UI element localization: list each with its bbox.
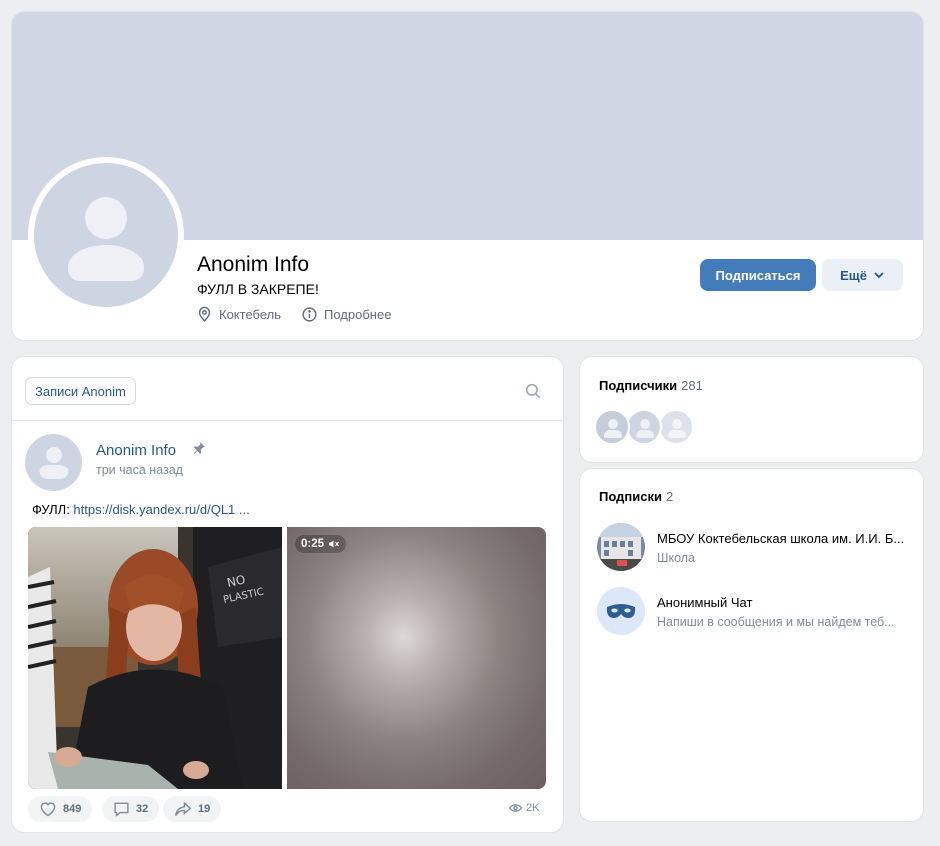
- follower-avatar[interactable]: [658, 409, 694, 445]
- group-avatar: [597, 523, 645, 571]
- chevron-down-icon: [874, 272, 884, 279]
- profile-avatar[interactable]: [28, 157, 184, 313]
- location-label: Коктебель: [219, 307, 281, 322]
- subscribe-button[interactable]: Подписаться: [700, 259, 816, 291]
- followers-header[interactable]: Подписчики 281: [599, 378, 703, 393]
- muted-icon: [329, 540, 339, 548]
- post-text: ФУЛЛ: https://disk.yandex.ru/d/QL1 ...: [32, 502, 250, 517]
- pin-icon: [193, 442, 205, 454]
- like-count: 849: [63, 803, 82, 815]
- eye-icon: [509, 804, 522, 812]
- wall-tab-posts[interactable]: Записи Anonim: [25, 377, 136, 405]
- more-label: Ещё: [840, 267, 867, 283]
- group-subtitle: Школа: [657, 551, 695, 565]
- group-name: Анонимный Чат: [657, 595, 753, 610]
- following-header[interactable]: Подписки 2: [599, 489, 673, 504]
- divider: [12, 420, 563, 421]
- following-item-school[interactable]: МБОУ Коктебельская школа им. И.И. Б... Ш…: [597, 523, 907, 573]
- group-name: МБОУ Коктебельская школа им. И.И. Б...: [657, 531, 905, 546]
- followers-block: Подписчики 281: [580, 357, 923, 462]
- heart-icon: [40, 802, 56, 817]
- followers-title: Подписчики: [599, 378, 678, 393]
- post-video[interactable]: 0:25: [287, 527, 546, 789]
- avatar-placeholder: [34, 163, 178, 307]
- location-pin-icon: [198, 306, 211, 322]
- share-button[interactable]: 19: [163, 796, 222, 822]
- video-duration-badge: 0:25: [295, 535, 347, 553]
- comment-button[interactable]: 32: [102, 796, 160, 822]
- followers-count: 281: [681, 378, 703, 393]
- info-icon: [302, 307, 317, 322]
- comment-count: 32: [136, 803, 149, 815]
- follower-avatar[interactable]: [594, 409, 630, 445]
- post-timestamp[interactable]: три часа назад: [96, 463, 183, 477]
- comment-icon: [114, 802, 129, 817]
- profile-header: Anonim Info ФУЛЛ В ЗАКРЕПЕ! Коктебель По…: [12, 12, 923, 340]
- details-label: Подробнее: [324, 307, 392, 322]
- photo-illustration: NO PLASTIC: [28, 527, 282, 789]
- share-icon: [175, 801, 192, 816]
- following-count: 2: [665, 489, 674, 504]
- profile-location: Коктебель: [196, 306, 281, 323]
- avatar-placeholder: [25, 434, 82, 491]
- following-block: Подписки 2 МБОУ Коктебельская школа им. И…: [580, 469, 923, 821]
- profile-details-link[interactable]: Подробнее: [301, 306, 391, 323]
- like-button[interactable]: 849: [28, 796, 93, 822]
- post-link[interactable]: https://disk.yandex.ru/d/QL1 ...: [73, 502, 249, 517]
- search-icon[interactable]: [524, 382, 542, 400]
- post-author-avatar[interactable]: [25, 434, 82, 491]
- views-counter: 2K: [509, 802, 539, 814]
- mask-icon: [597, 587, 645, 635]
- following-title: Подписки: [599, 489, 662, 504]
- profile-name: Anonim Info: [197, 253, 310, 276]
- more-button[interactable]: Ещё: [822, 259, 903, 291]
- share-count: 19: [198, 803, 211, 815]
- follower-avatar[interactable]: [626, 409, 662, 445]
- views-count: 2K: [526, 802, 540, 814]
- group-subtitle: Напиши в сообщения и мы найдем теб...: [657, 615, 895, 629]
- profile-status: ФУЛЛ В ЗАКРЕПЕ!: [197, 281, 319, 297]
- following-item-anon-chat[interactable]: Анонимный Чат Напиши в сообщения и мы на…: [597, 587, 907, 637]
- post-text-prefix: ФУЛЛ:: [32, 502, 74, 517]
- group-avatar: [597, 587, 645, 635]
- wall: Записи Anonim Anonim Info три часа назад…: [12, 357, 563, 832]
- post-photo[interactable]: NO PLASTIC: [28, 527, 282, 789]
- post-author-name[interactable]: Anonim Info: [96, 442, 176, 459]
- video-duration: 0:25: [301, 538, 325, 550]
